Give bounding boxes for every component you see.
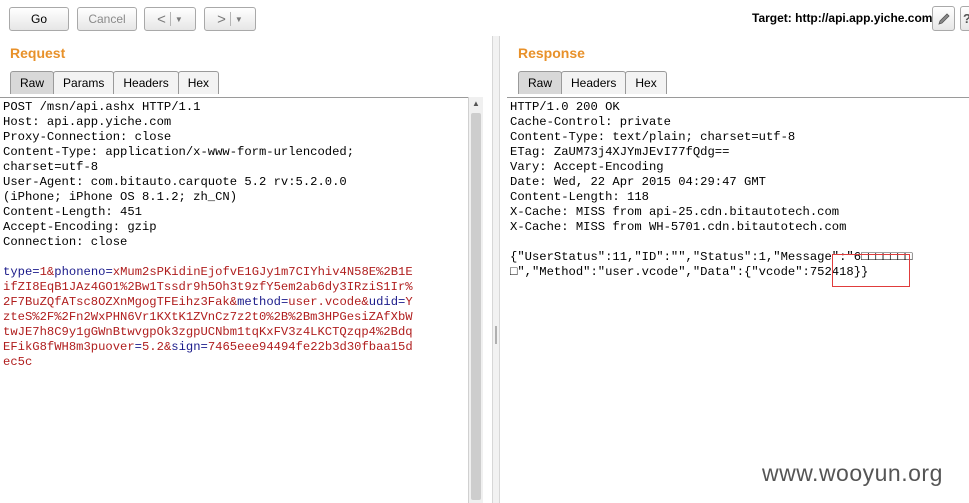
request-body-line: type=1&phoneno=xMum2sPKidinEjofvE1GJy1m7… — [3, 265, 468, 280]
param-name: phoneno — [54, 265, 106, 279]
response-line: HTTP/1.0 200 OK — [510, 100, 620, 114]
toolbar: Go Cancel < ▼ > ▼ Target: http://api.app… — [0, 0, 969, 38]
vcode-highlight-box — [832, 254, 910, 287]
response-editor[interactable]: HTTP/1.0 200 OK Cache-Control: private Con… — [507, 97, 969, 503]
edit-target-button[interactable] — [932, 6, 955, 31]
back-arrow-icon: < — [157, 10, 166, 28]
response-line: ETag: ZaUM73j4XJYmJEvI77fQdg== — [510, 145, 730, 159]
request-body-line: 2F7BuZQfATsc8OZXnMgogTFEihz3Fak&method=u… — [3, 295, 468, 310]
param-separator: & — [229, 295, 238, 309]
back-button[interactable]: < ▼ — [144, 7, 196, 31]
request-body-line: twJE7h8C9y1gGWnBtwvgpOk3zgpUCNbm1tqKxFV3… — [3, 325, 468, 340]
target-label: Target: http://api.app.yiche.com — [752, 11, 933, 25]
tab-hex[interactable]: Hex — [625, 71, 667, 94]
chevron-down-icon[interactable]: ▼ — [235, 15, 243, 24]
response-tabs: Raw Headers Hex — [518, 71, 667, 94]
request-body-line: ec5c — [3, 355, 468, 370]
watermark: www.wooyun.org — [762, 460, 943, 486]
response-raw-text[interactable]: HTTP/1.0 200 OK Cache-Control: private Con… — [507, 98, 969, 280]
separator — [169, 12, 171, 26]
grip-handle[interactable] — [495, 326, 497, 344]
response-line: X-Cache: MISS from api-25.cdn.bitautotec… — [510, 205, 840, 219]
param-value: twJE7h8C9y1gGWnBtwvgpOk3zgpUCNbm1tqKxFV3… — [3, 325, 413, 339]
response-title: Response — [518, 45, 585, 61]
forward-button[interactable]: > ▼ — [204, 7, 256, 31]
param-value: xMum2sPKidinEjofvE1GJy1m7CIYhiv4N58E%2B1… — [112, 265, 413, 279]
tab-hex[interactable]: Hex — [177, 71, 220, 94]
request-header-line: charset=utf-8 — [3, 160, 99, 174]
param-name: type — [3, 265, 33, 279]
request-tabs: Raw Params Headers Hex — [10, 71, 220, 94]
tab-raw[interactable]: Raw — [10, 71, 55, 94]
param-value: 1 — [39, 265, 47, 279]
param-value: user.vcode — [288, 295, 362, 309]
chevron-down-icon[interactable]: ▼ — [175, 15, 183, 24]
request-header-line: Proxy-Connection: close — [3, 130, 172, 144]
split-divider[interactable] — [492, 36, 500, 503]
request-header-line: Content-Type: application/x-www-form-url… — [3, 145, 355, 159]
request-body-line: zteS%2F%2Fn2WxPHN6Vr1KXtK1ZVnCz7z2t0%2B%… — [3, 310, 468, 325]
request-body-line: EFikG8fWH8m3puover=5.2&sign=7465eee94494… — [3, 340, 468, 355]
request-header-line: POST /msn/api.ashx HTTP/1.1 — [3, 100, 201, 114]
response-line: Date: Wed, 22 Apr 2015 04:29:47 GMT — [510, 175, 766, 189]
request-body-line: ifZI8EqB1JAz4GO1%2Bw1Tssdr9h5Oh3t9zfY5em… — [3, 280, 468, 295]
param-name: = — [105, 265, 113, 279]
param-value: zteS%2F%2Fn2WxPHN6Vr1KXtK1ZVnCz7z2t0%2B%… — [3, 310, 413, 324]
param-value: 5.2 — [141, 340, 164, 354]
param-name: = — [32, 265, 40, 279]
response-line: Content-Type: text/plain; charset=utf-8 — [510, 130, 796, 144]
request-editor[interactable]: POST /msn/api.ashx HTTP/1.1 Host: api.app… — [0, 97, 468, 503]
request-header-line: Connection: close — [3, 235, 128, 249]
request-scrollbar[interactable]: ▲ — [468, 97, 483, 503]
param-name: sign — [171, 340, 201, 354]
request-header-line: Host: api.app.yiche.com — [3, 115, 172, 129]
param-name: method — [237, 295, 281, 309]
param-value: 7465eee94494fe22b3d30fbaa15d — [207, 340, 413, 354]
scroll-thumb[interactable] — [471, 113, 481, 500]
param-value: EFikG8fWH8m3puover — [3, 340, 135, 354]
tab-headers[interactable]: Headers — [561, 71, 627, 94]
request-header-line: (iPhone; iPhone OS 8.1.2; zh_CN) — [3, 190, 238, 204]
separator — [229, 12, 231, 26]
response-line — [510, 235, 969, 250]
tab-params[interactable]: Params — [53, 71, 115, 94]
response-line: X-Cache: MISS from WH-5701.cdn.bitautote… — [510, 220, 847, 234]
tab-headers[interactable]: Headers — [113, 71, 179, 94]
request-header-line: User-Agent: com.bitauto.carquote 5.2 rv:… — [3, 175, 347, 189]
forward-arrow-icon: > — [217, 10, 226, 28]
request-raw-text[interactable]: POST /msn/api.ashx HTTP/1.1 Host: api.app… — [0, 98, 468, 370]
param-value: ec5c — [3, 355, 33, 369]
scroll-up-icon[interactable]: ▲ — [472, 99, 480, 108]
request-header-line: Accept-Encoding: gzip — [3, 220, 157, 234]
go-button[interactable]: Go — [9, 7, 69, 31]
param-name: = — [200, 340, 208, 354]
request-header-line: Content-Length: 451 — [3, 205, 142, 219]
response-line: Content-Length: 118 — [510, 190, 649, 204]
response-line: Vary: Accept-Encoding — [510, 160, 664, 174]
param-separator: & — [361, 295, 369, 309]
tab-raw[interactable]: Raw — [518, 71, 563, 94]
param-name: = — [134, 340, 142, 354]
response-line: Cache-Control: private — [510, 115, 671, 129]
param-value: ifZI8EqB1JAz4GO1%2Bw1Tssdr9h5Oh3t9zfY5em… — [3, 280, 413, 294]
help-button[interactable]: ? — [960, 6, 969, 31]
request-title: Request — [10, 45, 66, 61]
cancel-button[interactable]: Cancel — [77, 7, 137, 31]
param-value: Y — [405, 295, 413, 309]
param-name: udid — [368, 295, 399, 309]
pencil-icon — [937, 12, 950, 25]
param-value: 2F7BuZQfATsc8OZXnMgogTFEihz3Fak — [3, 295, 230, 309]
